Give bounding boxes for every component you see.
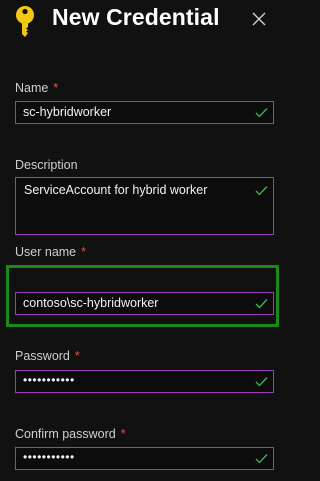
checkmark-icon [255, 108, 268, 118]
close-icon[interactable] [250, 10, 268, 28]
key-icon [16, 6, 34, 37]
password-input-value: ••••••••••• [23, 373, 75, 387]
description-label: Description [15, 157, 274, 173]
password-field-group: Password * ••••••••••• [15, 348, 274, 393]
name-input[interactable]: sc-hybridworker [15, 101, 274, 124]
description-input-value: ServiceAccount for hybrid worker [24, 183, 208, 197]
checkmark-icon [255, 454, 268, 464]
checkmark-icon [255, 377, 268, 387]
confirm-password-field-group: Confirm password * ••••••••••• [15, 426, 274, 470]
username-input-value: contoso\sc-hybridworker [23, 296, 159, 310]
checkmark-icon [255, 186, 268, 196]
username-field-group: User name * contoso\sc-hybridworker [15, 244, 274, 315]
blade-header: New Credential [0, 0, 291, 40]
password-input[interactable]: ••••••••••• [15, 370, 274, 393]
confirm-password-label-text: Confirm password [15, 427, 116, 441]
required-marker: * [81, 245, 87, 259]
required-marker: * [53, 81, 59, 95]
name-label-text: Name [15, 81, 49, 95]
confirm-password-input[interactable]: ••••••••••• [15, 447, 274, 470]
name-input-value: sc-hybridworker [23, 105, 112, 119]
name-field-group: Name * sc-hybridworker [15, 80, 274, 124]
required-marker: * [120, 427, 126, 441]
required-marker: * [74, 349, 80, 363]
description-input[interactable]: ServiceAccount for hybrid worker [15, 177, 274, 235]
password-label-text: Password [15, 349, 70, 363]
username-input[interactable]: contoso\sc-hybridworker [15, 292, 274, 315]
description-field-group: Description ServiceAccount for hybrid wo… [15, 157, 274, 235]
confirm-password-label: Confirm password * [15, 426, 274, 442]
page-title: New Credential [52, 4, 220, 30]
confirm-password-input-value: ••••••••••• [23, 450, 75, 464]
name-label: Name * [15, 80, 274, 96]
description-label-text: Description [15, 158, 78, 172]
checkmark-icon [255, 299, 268, 309]
password-label: Password * [15, 348, 274, 364]
username-label: User name * [15, 244, 274, 260]
username-label-text: User name [15, 245, 77, 259]
